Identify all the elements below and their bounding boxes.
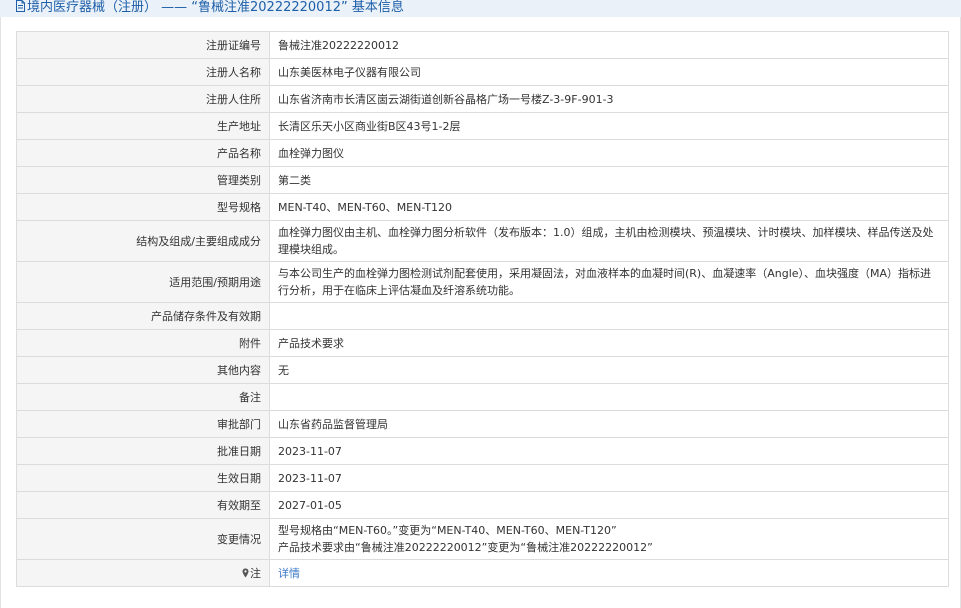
row-value-registrant-name: 山东美医林电子仪器有限公司 xyxy=(269,58,949,86)
row-value-note: 详情 xyxy=(269,559,949,587)
table-row: 变更情况 型号规格由“MEN-T60。”变更为“MEN-T40、MEN-T60、… xyxy=(16,518,949,560)
table-row: 审批部门 山东省药品监督管理局 xyxy=(16,410,949,438)
row-value-registrant-address: 山东省济南市长清区崮云湖街道创新谷晶格广场一号楼Z-3-9F-901-3 xyxy=(269,85,949,113)
table-row: 注册证编号 鲁械注准20222220012 xyxy=(16,31,949,59)
row-value-registration-no: 鲁械注准20222220012 xyxy=(269,31,949,59)
row-label-storage: 产品储存条件及有效期 xyxy=(16,302,270,330)
row-label-registration-no: 注册证编号 xyxy=(16,31,270,59)
row-value-change-history: 型号规格由“MEN-T60。”变更为“MEN-T40、MEN-T60、MEN-T… xyxy=(269,518,949,560)
table-row: 产品储存条件及有效期 xyxy=(16,302,949,330)
row-value-production-address: 长清区乐天小区商业街B区43号1-2层 xyxy=(269,112,949,140)
row-label-registrant-name: 注册人名称 xyxy=(16,58,270,86)
row-label-other: 其他内容 xyxy=(16,356,270,384)
row-label-production-address: 生产地址 xyxy=(16,112,270,140)
row-label-note: 注 xyxy=(16,559,270,587)
row-value-model-spec: MEN-T40、MEN-T60、MEN-T120 xyxy=(269,193,949,221)
row-value-attachment: 产品技术要求 xyxy=(269,329,949,357)
row-value-other: 无 xyxy=(269,356,949,384)
change-line-tech-requirement: 产品技术要求由“鲁械注准20222220012”变更为“鲁械注准20222220… xyxy=(278,541,653,554)
document-icon xyxy=(16,0,25,12)
pin-icon xyxy=(242,568,249,578)
row-value-approval-date: 2023-11-07 xyxy=(269,437,949,465)
table-row: 适用范围/预期用途 与本公司生产的血栓弹力图检测试剂配套使用，采用凝固法，对血液… xyxy=(16,261,949,303)
table-row: 有效期至 2027-01-05 xyxy=(16,491,949,519)
change-line-model: 型号规格由“MEN-T60。”变更为“MEN-T40、MEN-T60、MEN-T… xyxy=(278,524,617,537)
row-value-structure: 血栓弹力图仪由主机、血栓弹力图分析软件（发布版本：1.0）组成，主机由检测模块、… xyxy=(269,220,949,262)
row-label-approval-date: 批准日期 xyxy=(16,437,270,465)
row-value-approval-dept: 山东省药品监督管理局 xyxy=(269,410,949,438)
row-value-effective-date: 2023-11-07 xyxy=(269,464,949,492)
row-label-remarks: 备注 xyxy=(16,383,270,411)
detail-table: 注册证编号 鲁械注准20222220012 注册人名称 山东美医林电子仪器有限公… xyxy=(16,31,949,587)
row-label-effective-date: 生效日期 xyxy=(16,464,270,492)
table-row: 产品名称 血栓弹力图仪 xyxy=(16,139,949,167)
table-row: 其他内容 无 xyxy=(16,356,949,384)
row-value-intended-use: 与本公司生产的血栓弹力图检测试剂配套使用，采用凝固法，对血液样本的血凝时间(R)… xyxy=(269,261,949,303)
note-label: 注 xyxy=(250,567,261,580)
table-row: 批准日期 2023-11-07 xyxy=(16,437,949,465)
row-label-management-class: 管理类别 xyxy=(16,166,270,194)
table-row: 注册人名称 山东美医林电子仪器有限公司 xyxy=(16,58,949,86)
row-label-registrant-address: 注册人住所 xyxy=(16,85,270,113)
row-value-management-class: 第二类 xyxy=(269,166,949,194)
table-row: 结构及组成/主要组成成分 血栓弹力图仪由主机、血栓弹力图分析软件（发布版本：1.… xyxy=(16,220,949,262)
row-label-change-history: 变更情况 xyxy=(16,518,270,560)
table-row: 备注 xyxy=(16,383,949,411)
table-row: 管理类别 第二类 xyxy=(16,166,949,194)
table-row: 附件 产品技术要求 xyxy=(16,329,949,357)
row-label-model-spec: 型号规格 xyxy=(16,193,270,221)
row-label-attachment: 附件 xyxy=(16,329,270,357)
table-row: 注 详情 xyxy=(16,559,949,587)
details-link[interactable]: 详情 xyxy=(278,567,300,580)
row-value-expiry-date: 2027-01-05 xyxy=(269,491,949,519)
table-row: 型号规格 MEN-T40、MEN-T60、MEN-T120 xyxy=(16,193,949,221)
page-header: 境内医疗器械（注册） —— “鲁械注准20222220012” 基本信息 xyxy=(0,0,961,17)
row-label-expiry-date: 有效期至 xyxy=(16,491,270,519)
table-row: 生产地址 长清区乐天小区商业街B区43号1-2层 xyxy=(16,112,949,140)
row-label-product-name: 产品名称 xyxy=(16,139,270,167)
row-value-remarks xyxy=(269,383,949,411)
row-label-structure: 结构及组成/主要组成成分 xyxy=(16,220,270,262)
row-label-approval-dept: 审批部门 xyxy=(16,410,270,438)
table-row: 生效日期 2023-11-07 xyxy=(16,464,949,492)
row-value-storage xyxy=(269,302,949,330)
page-title: 境内医疗器械（注册） —— “鲁械注准20222220012” 基本信息 xyxy=(27,0,404,15)
row-value-product-name: 血栓弹力图仪 xyxy=(269,139,949,167)
row-label-intended-use: 适用范围/预期用途 xyxy=(16,261,270,303)
table-row: 注册人住所 山东省济南市长清区崮云湖街道创新谷晶格广场一号楼Z-3-9F-901… xyxy=(16,85,949,113)
